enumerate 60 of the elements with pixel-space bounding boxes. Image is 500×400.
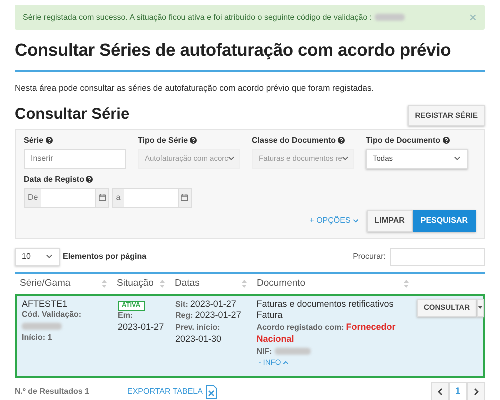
previous-page-button[interactable] (431, 382, 449, 400)
field-label: Série (24, 134, 44, 147)
spreadsheet-icon (206, 384, 217, 399)
search-label: Procurar: (353, 250, 386, 263)
document-type: Fatura (256, 310, 284, 322)
chevron-left-icon (438, 388, 442, 396)
serie-name: AFTESTE1 (22, 298, 69, 310)
nif-label: NIF: (256, 346, 272, 356)
date-label: Reg: (176, 311, 194, 320)
field-label: Data de Registo (24, 174, 84, 186)
code-label: Cód. Validação: (22, 310, 83, 321)
alert-message: Série registada com sucesso. A situação ficou ativa e foi atribuído o seguinte código de validação : (23, 12, 372, 24)
chevron-down-icon (352, 218, 359, 223)
field-label: Tipo de Série (138, 134, 188, 147)
next-page-button[interactable] (467, 382, 485, 400)
column-header[interactable]: Documento (257, 276, 306, 291)
date-label: Sit: (176, 300, 188, 309)
calendar-icon (98, 194, 106, 202)
date-label: Prev. início: (176, 323, 220, 332)
document-class: Faturas e documentos retificativos (256, 298, 395, 310)
help-icon (190, 137, 198, 144)
input-field[interactable]: Inserir (24, 148, 126, 169)
help-icon (86, 176, 94, 184)
field-label: Tipo de Documento (366, 134, 441, 147)
intro-text: Nesta área pode consultar as séries de autofaturação com acordo prévio que foram registadas. (15, 82, 376, 94)
chevron-right-icon (474, 388, 478, 396)
table-row[interactable] (15, 294, 485, 378)
help-icon (442, 137, 450, 144)
column-header[interactable]: Situação (117, 276, 154, 291)
chevron-down-icon (342, 156, 350, 162)
section-title: Consultar Série (15, 106, 130, 124)
search-field[interactable] (390, 248, 485, 266)
chevron-down-icon (228, 156, 236, 162)
chevron-down-icon (454, 156, 461, 162)
date-value: 2023-01-30 (176, 334, 223, 346)
date-field[interactable]: De (24, 188, 110, 208)
help-icon (46, 137, 53, 144)
clear-button[interactable]: LIMPAR (366, 210, 413, 232)
redacted-text (275, 348, 312, 355)
date-value: 2023-01-27 (118, 322, 166, 334)
calendar-icon (181, 194, 188, 202)
page-title: Consultar Séries de autofaturação com acordo prévio (15, 39, 452, 62)
chevron-up-icon (283, 361, 290, 366)
caret-down-icon (478, 306, 483, 310)
page-size-label: Elementos por página (63, 250, 147, 263)
date-field[interactable]: a (112, 188, 192, 208)
date-value: 2023-01-27 (190, 298, 236, 309)
redacted-text (22, 322, 62, 330)
column-header[interactable]: Datas (175, 276, 200, 291)
page-size-select[interactable]: 10 (15, 248, 60, 266)
results-count: N.º de Resultados 1 (15, 386, 90, 398)
column-header[interactable]: Série/Gama (20, 276, 71, 291)
search-button[interactable]: PESQUISAR (412, 210, 476, 232)
date-value: 2023-01-27 (195, 310, 242, 320)
chevron-down-icon (46, 254, 53, 260)
help-icon (338, 137, 346, 144)
field-label: Classe do Documento (252, 134, 336, 147)
date-label: Em: (118, 311, 134, 322)
start-number: Início: 1 (22, 332, 54, 343)
agreement-text: Acordo registado com: Fornecedor Nacional (256, 322, 397, 346)
